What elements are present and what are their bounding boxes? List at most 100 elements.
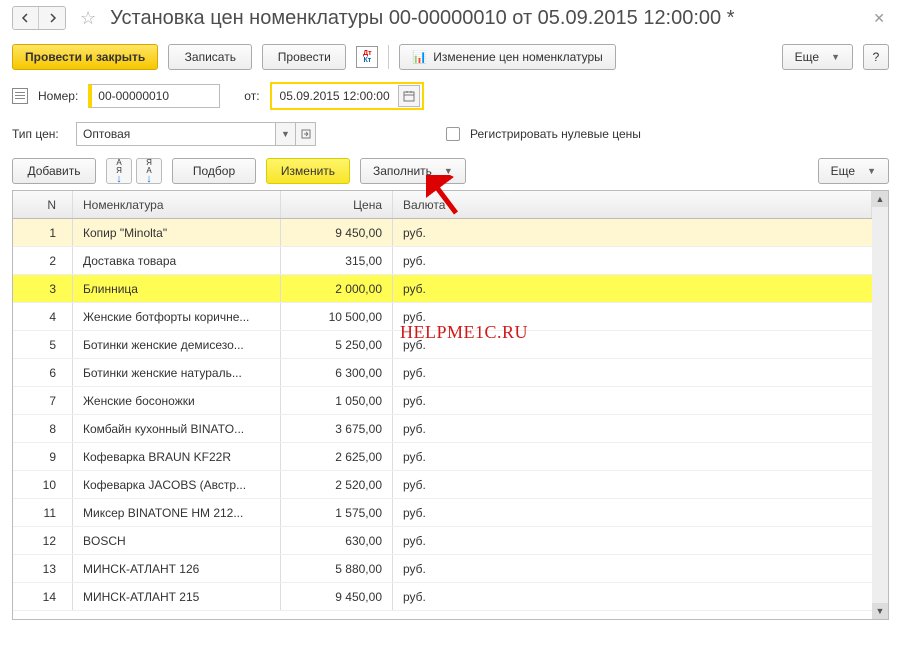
cell-n: 7 bbox=[13, 387, 73, 414]
cell-currency: руб. bbox=[393, 471, 872, 498]
table-row[interactable]: 12BOSCH630,00руб. bbox=[13, 527, 872, 555]
pick-button[interactable]: Подбор bbox=[172, 158, 256, 184]
cell-currency: руб. bbox=[393, 527, 872, 554]
table-row[interactable]: 3Блинница2 000,00руб. bbox=[13, 275, 872, 303]
cell-n: 5 bbox=[13, 331, 73, 358]
col-header-currency[interactable]: Валюта bbox=[393, 191, 872, 218]
table-row[interactable]: 8Комбайн кухонный BINATO...3 675,00руб. bbox=[13, 415, 872, 443]
cell-n: 3 bbox=[13, 275, 73, 302]
table-row[interactable]: 14МИНСК-АТЛАНТ 2159 450,00руб. bbox=[13, 583, 872, 611]
sort-asc-button[interactable]: АЯ↓ bbox=[106, 158, 132, 184]
cell-currency: руб. bbox=[393, 387, 872, 414]
scroll-up-button[interactable]: ▲ bbox=[872, 191, 888, 207]
cell-currency: руб. bbox=[393, 415, 872, 442]
post-and-close-button[interactable]: Провести и закрыть bbox=[12, 44, 158, 70]
sort-desc-button[interactable]: ЯА↓ bbox=[136, 158, 162, 184]
nav-forward-button[interactable] bbox=[39, 7, 65, 29]
cell-n: 9 bbox=[13, 443, 73, 470]
help-button[interactable]: ? bbox=[863, 44, 889, 70]
cell-price: 315,00 bbox=[281, 247, 393, 274]
col-header-name[interactable]: Номенклатура bbox=[73, 191, 281, 218]
cell-name: МИНСК-АТЛАНТ 215 bbox=[73, 583, 281, 610]
add-button[interactable]: Добавить bbox=[12, 158, 96, 184]
price-type-dropdown-icon[interactable]: ▼ bbox=[276, 122, 296, 146]
price-type-label: Тип цен: bbox=[12, 127, 66, 141]
favorite-star-icon[interactable]: ☆ bbox=[80, 8, 96, 29]
table-row[interactable]: 9Кофеварка BRAUN KF22R2 625,00руб. bbox=[13, 443, 872, 471]
cell-currency: руб. bbox=[393, 331, 872, 358]
table-row[interactable]: 13МИНСК-АТЛАНТ 1265 880,00руб. bbox=[13, 555, 872, 583]
cell-currency: руб. bbox=[393, 359, 872, 386]
table-row[interactable]: 4Женские ботфорты коричне...10 500,00руб… bbox=[13, 303, 872, 331]
chart-icon: 📊 bbox=[412, 50, 427, 64]
price-type-select[interactable]: Оптовая ▼ bbox=[76, 122, 316, 146]
document-icon bbox=[12, 88, 28, 104]
cell-n: 1 bbox=[13, 219, 73, 246]
cell-name: Кофеварка JACOBS (Австр... bbox=[73, 471, 281, 498]
cell-n: 14 bbox=[13, 583, 73, 610]
table-row[interactable]: 10Кофеварка JACOBS (Австр...2 520,00руб. bbox=[13, 471, 872, 499]
table-row[interactable]: 1Копир "Minolta"9 450,00руб. bbox=[13, 219, 872, 247]
cell-n: 2 bbox=[13, 247, 73, 274]
cell-name: Блинница bbox=[73, 275, 281, 302]
date-input[interactable]: 05.09.2015 12:00:00 bbox=[280, 89, 390, 103]
table-row[interactable]: 11Миксер BINATONE HM 212...1 575,00руб. bbox=[13, 499, 872, 527]
cell-price: 6 300,00 bbox=[281, 359, 393, 386]
fill-label: Заполнить bbox=[373, 164, 432, 178]
cell-n: 6 bbox=[13, 359, 73, 386]
more-label: Еще bbox=[795, 50, 819, 64]
from-label: от: bbox=[244, 89, 259, 103]
nav-history[interactable] bbox=[12, 6, 66, 30]
register-zero-checkbox[interactable] bbox=[446, 127, 460, 141]
cell-currency: руб. bbox=[393, 583, 872, 610]
cell-n: 8 bbox=[13, 415, 73, 442]
cell-name: Ботинки женские демисезо... bbox=[73, 331, 281, 358]
cell-price: 10 500,00 bbox=[281, 303, 393, 330]
cell-price: 1 575,00 bbox=[281, 499, 393, 526]
vertical-scrollbar[interactable]: ▲ ▼ bbox=[872, 191, 888, 619]
scroll-down-button[interactable]: ▼ bbox=[872, 603, 888, 619]
cell-n: 11 bbox=[13, 499, 73, 526]
more-button[interactable]: Еще▼ bbox=[782, 44, 853, 70]
save-button[interactable]: Записать bbox=[168, 44, 252, 70]
table-more-label: Еще bbox=[831, 164, 855, 178]
table-row[interactable]: 7Женские босоножки1 050,00руб. bbox=[13, 387, 872, 415]
cell-currency: руб. bbox=[393, 275, 872, 302]
change-button[interactable]: Изменить bbox=[266, 158, 350, 184]
cell-n: 10 bbox=[13, 471, 73, 498]
cell-currency: руб. bbox=[393, 443, 872, 470]
cell-name: Кофеварка BRAUN KF22R bbox=[73, 443, 281, 470]
price-table: N Номенклатура Цена Валюта 1Копир "Minol… bbox=[12, 190, 889, 620]
table-row[interactable]: 5Ботинки женские демисезо...5 250,00руб. bbox=[13, 331, 872, 359]
price-type-open-icon[interactable] bbox=[296, 122, 316, 146]
number-input[interactable]: 00-00000010 bbox=[88, 84, 220, 108]
cell-name: Миксер BINATONE HM 212... bbox=[73, 499, 281, 526]
calendar-icon[interactable] bbox=[398, 85, 420, 107]
cell-currency: руб. bbox=[393, 555, 872, 582]
col-header-n[interactable]: N bbox=[13, 191, 73, 218]
toolbar-separator bbox=[388, 45, 389, 69]
cell-name: Женские ботфорты коричне... bbox=[73, 303, 281, 330]
cell-price: 9 450,00 bbox=[281, 219, 393, 246]
table-header: N Номенклатура Цена Валюта bbox=[13, 191, 872, 219]
close-icon[interactable]: ✕ bbox=[869, 10, 889, 27]
fill-button[interactable]: Заполнить▼ bbox=[360, 158, 466, 184]
table-more-button[interactable]: Еще▼ bbox=[818, 158, 889, 184]
register-zero-label: Регистрировать нулевые цены bbox=[470, 127, 641, 141]
price-change-report-label: Изменение цен номенклатуры bbox=[433, 50, 603, 64]
cell-price: 9 450,00 bbox=[281, 583, 393, 610]
cell-price: 5 880,00 bbox=[281, 555, 393, 582]
nav-back-button[interactable] bbox=[13, 7, 39, 29]
cell-name: МИНСК-АТЛАНТ 126 bbox=[73, 555, 281, 582]
price-change-report-button[interactable]: 📊 Изменение цен номенклатуры bbox=[399, 44, 615, 70]
page-title: Установка цен номенклатуры 00-00000010 о… bbox=[110, 7, 861, 30]
table-row[interactable]: 6Ботинки женские натураль...6 300,00руб. bbox=[13, 359, 872, 387]
number-label: Номер: bbox=[38, 89, 78, 103]
table-row[interactable]: 2Доставка товара315,00руб. bbox=[13, 247, 872, 275]
dt-kt-icon[interactable]: ДтКт bbox=[356, 46, 378, 68]
cell-name: Женские босоножки bbox=[73, 387, 281, 414]
cell-n: 4 bbox=[13, 303, 73, 330]
post-button[interactable]: Провести bbox=[262, 44, 346, 70]
col-header-price[interactable]: Цена bbox=[281, 191, 393, 218]
cell-name: Комбайн кухонный BINATO... bbox=[73, 415, 281, 442]
